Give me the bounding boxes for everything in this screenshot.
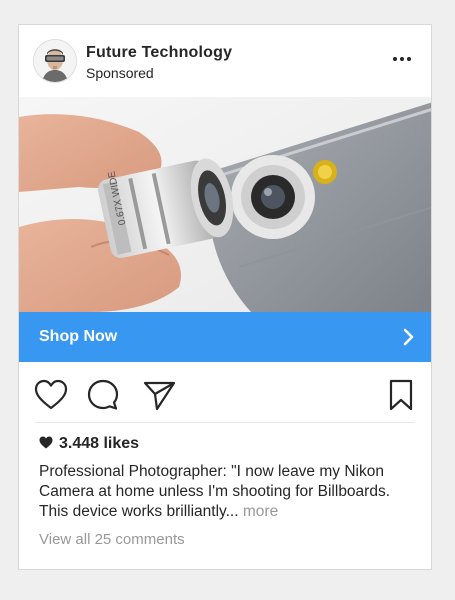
caption-text: Professional Photographer: "I now leave … <box>39 463 391 520</box>
likes-count[interactable]: 3.448 likes <box>39 435 139 453</box>
caption-more-link[interactable]: more <box>243 503 278 520</box>
heart-outline-icon[interactable] <box>33 377 69 413</box>
likes-text: 3.448 likes <box>59 435 140 452</box>
comment-bubble-icon[interactable] <box>85 377 121 413</box>
action-bar <box>19 365 431 421</box>
chevron-right-icon <box>397 326 419 348</box>
sponsored-label: Sponsored <box>86 65 154 81</box>
author-avatar[interactable] <box>33 39 77 83</box>
phone-lens-photo: 0.67X WIDE <box>19 97 431 312</box>
avatar-image <box>34 40 76 82</box>
shop-now-button[interactable]: Shop Now <box>19 312 431 362</box>
paper-plane-icon[interactable] <box>141 377 177 413</box>
divider <box>35 422 415 423</box>
heart-filled-icon <box>39 436 53 449</box>
author-name[interactable]: Future Technology <box>86 44 232 62</box>
post-photo[interactable]: 0.67X WIDE <box>19 97 431 312</box>
shop-now-label: Shop Now <box>39 328 118 345</box>
bookmark-icon[interactable] <box>383 377 419 413</box>
sponsored-post-card: Future Technology Sponsored 0.67X WIDE S… <box>18 24 432 570</box>
post-caption: Professional Photographer: "I now leave … <box>39 462 419 522</box>
more-dots-icon[interactable] <box>391 49 413 69</box>
view-comments-link[interactable]: View all 25 comments <box>39 531 185 548</box>
post-header: Future Technology Sponsored <box>19 25 431 97</box>
